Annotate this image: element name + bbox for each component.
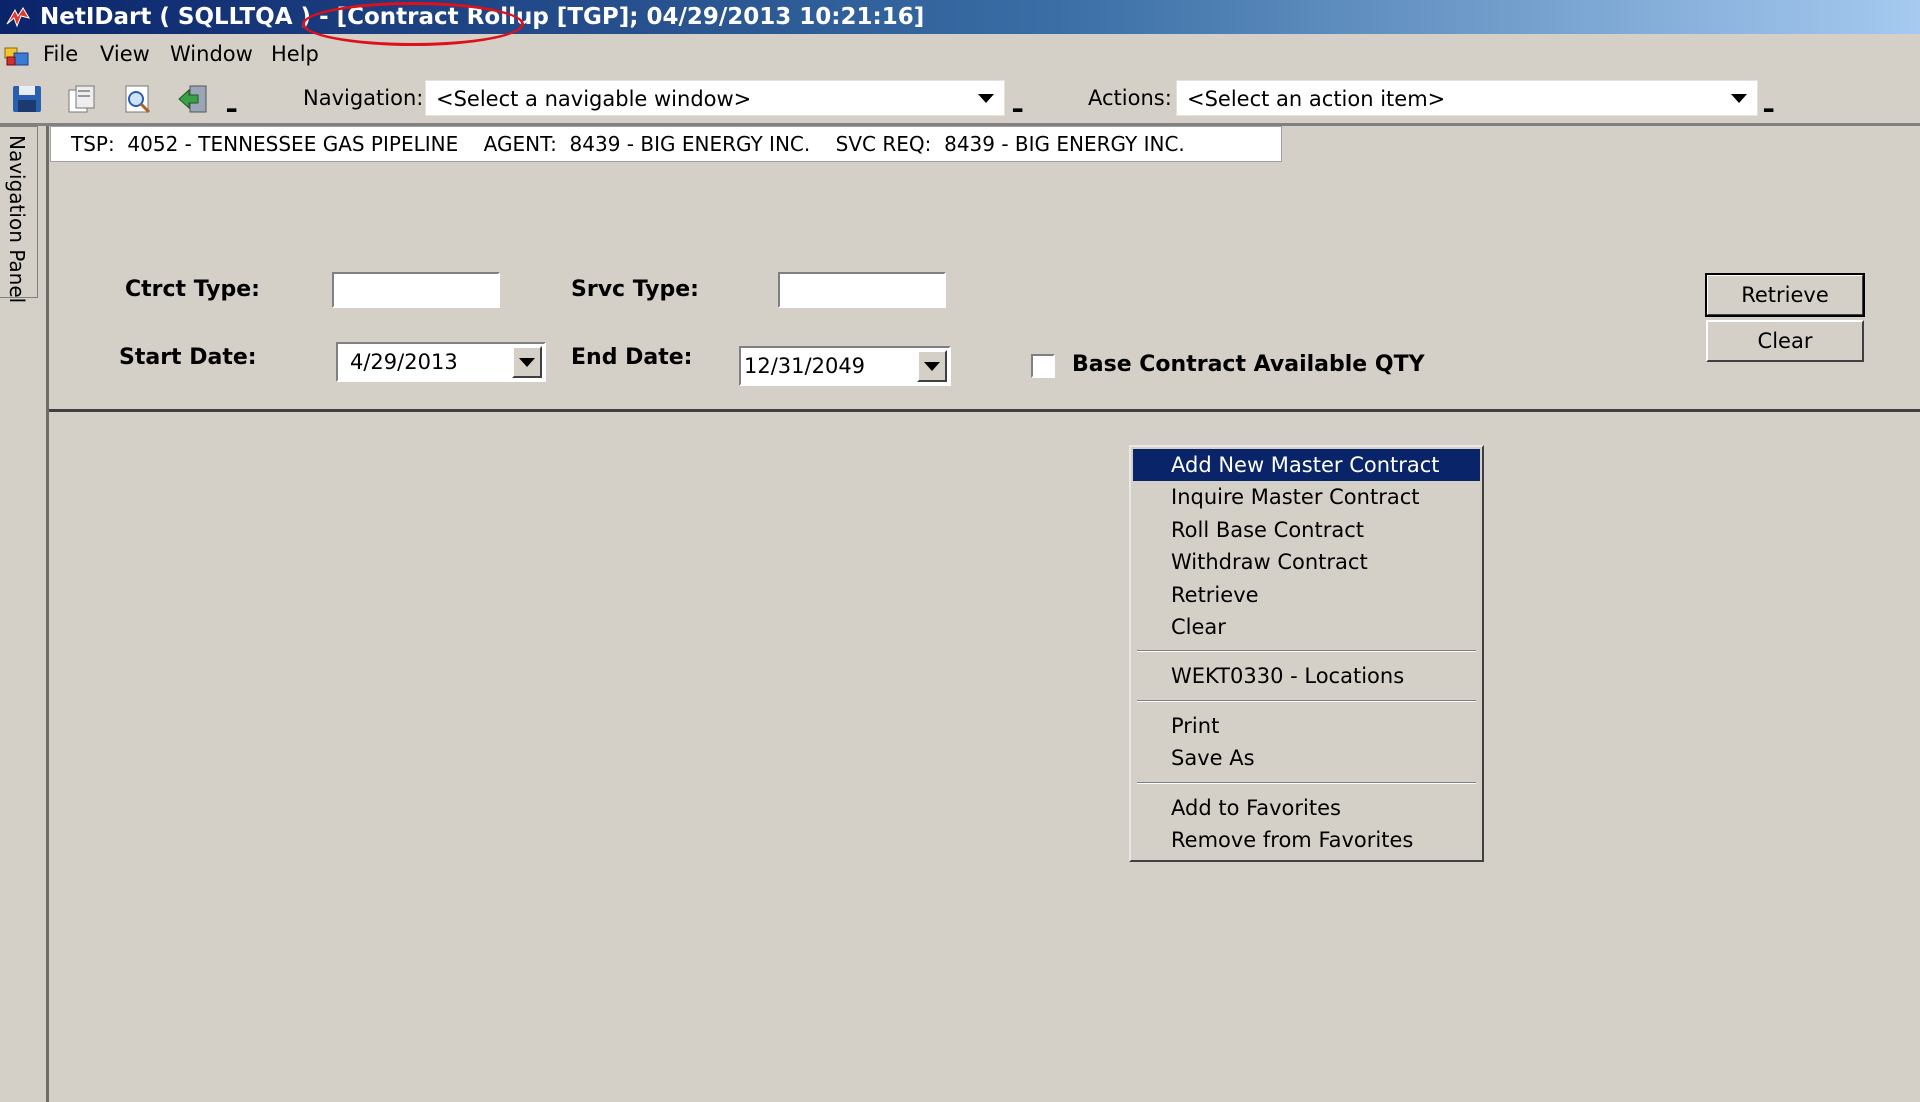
menu-separator	[1137, 650, 1476, 653]
navigation-panel-label: Navigation Panel	[5, 135, 29, 304]
menu-item-print[interactable]: Print	[1133, 710, 1480, 742]
navigation-dropdown-icon[interactable]: ▂	[1013, 98, 1022, 112]
menu-item-add-to-favorites[interactable]: Add to Favorites	[1133, 792, 1480, 824]
save-icon[interactable]	[10, 82, 44, 116]
end-date-picker[interactable]: 12/31/2049	[739, 346, 951, 386]
navigation-select[interactable]: <Select a navigable window>	[425, 80, 1005, 116]
context-info-bar: TSP: 4052 - TENNESSEE GAS PIPELINE AGENT…	[50, 126, 1282, 162]
toolbar-dropdown-icon[interactable]: ▂	[227, 98, 236, 112]
srvc-type-input[interactable]	[778, 272, 946, 308]
panel-divider	[46, 126, 49, 1102]
chevron-down-icon[interactable]	[917, 350, 947, 382]
actions-label: Actions:	[1088, 86, 1172, 110]
menu-help[interactable]: Help	[271, 42, 319, 66]
menu-window[interactable]: Window	[170, 42, 253, 66]
menu-item-clear[interactable]: Clear	[1133, 611, 1480, 643]
base-contract-label: Base Contract Available QTY	[1072, 352, 1425, 377]
retrieve-button[interactable]: Retrieve	[1705, 273, 1865, 317]
menu-bar: File View Window Help	[0, 36, 1920, 74]
menu-item-retrieve[interactable]: Retrieve	[1133, 579, 1480, 611]
menu-separator	[1137, 781, 1476, 784]
actions-select[interactable]: <Select an action item>	[1176, 80, 1758, 116]
content-divider	[49, 409, 1920, 412]
end-date-value: 12/31/2049	[744, 354, 866, 378]
context-info-text: TSP: 4052 - TENNESSEE GAS PIPELINE AGENT…	[71, 132, 1185, 156]
chevron-down-icon[interactable]	[1723, 83, 1755, 113]
ctrct-type-input[interactable]	[332, 272, 500, 308]
title-bar: NetIDart ( SQLLTQA ) - [Contract Rollup …	[0, 0, 1920, 46]
navigation-label: Navigation:	[303, 86, 424, 110]
netidart-app-icon	[6, 7, 31, 28]
start-date-value: 4/29/2013	[350, 350, 458, 374]
menu-item-roll-base-contract[interactable]: Roll Base Contract	[1133, 514, 1480, 546]
clear-button[interactable]: Clear	[1706, 320, 1864, 362]
chevron-down-icon[interactable]	[512, 346, 542, 378]
navigation-panel-tab[interactable]: Navigation Panel	[0, 126, 38, 303]
print-preview-icon[interactable]	[121, 82, 155, 116]
end-date-label: End Date:	[571, 345, 693, 370]
mdi-document-icon[interactable]	[4, 45, 30, 67]
menu-item-inquire-master-contract[interactable]: Inquire Master Contract	[1133, 481, 1480, 513]
menu-item-remove-from-favorites[interactable]: Remove from Favorites	[1133, 824, 1480, 856]
menu-item-add-new-master-contract[interactable]: Add New Master Contract	[1133, 449, 1480, 481]
menu-item-withdraw-contract[interactable]: Withdraw Contract	[1133, 546, 1480, 578]
menu-separator	[1137, 699, 1476, 702]
menu-item-save-as[interactable]: Save As	[1133, 742, 1480, 774]
start-date-label: Start Date:	[119, 345, 257, 370]
context-menu: Add New Master Contract Inquire Master Co…	[1129, 445, 1484, 862]
exit-icon[interactable]	[176, 82, 210, 116]
menu-item-wekt0330-locations[interactable]: WEKT0330 - Locations	[1133, 660, 1480, 692]
actions-dropdown-icon[interactable]: ▂	[1764, 98, 1773, 112]
menu-view[interactable]: View	[100, 42, 150, 66]
chevron-down-icon[interactable]	[970, 83, 1002, 113]
menu-file[interactable]: File	[43, 42, 78, 66]
toolbar: ▂ Navigation: <Select a navigable window…	[0, 76, 1920, 122]
base-contract-checkbox[interactable]	[1031, 354, 1055, 378]
copy-icon[interactable]	[64, 82, 98, 116]
start-date-picker[interactable]: 4/29/2013	[336, 342, 546, 382]
srvc-type-label: Srvc Type:	[571, 277, 699, 302]
ctrct-type-label: Ctrct Type:	[125, 277, 260, 302]
